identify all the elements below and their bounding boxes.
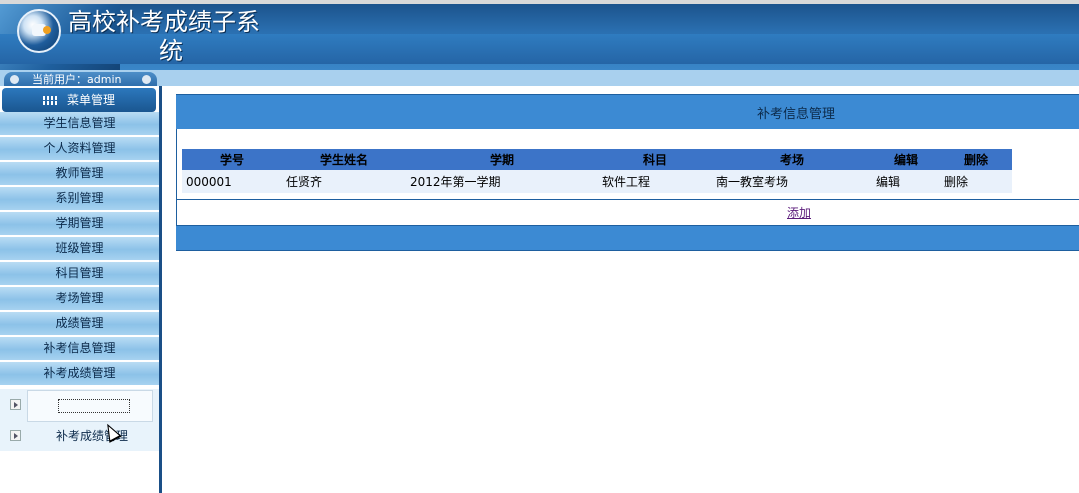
sidebar-item-teachers[interactable]: 教师管理 [0, 162, 159, 185]
focus-outline [58, 399, 130, 413]
content-title-bar: 补考信息管理 [176, 94, 1079, 130]
sidebar-item-makeup-grades[interactable]: 补考成绩管理 [0, 362, 159, 385]
add-link[interactable]: 添加 [787, 204, 811, 221]
add-row: 添加 [176, 199, 1079, 225]
submenu-item-1-box[interactable] [27, 390, 153, 422]
cell-student-name: 任贤齐 [282, 170, 406, 193]
cell-student-id: 000001 [182, 170, 282, 193]
sidebar-item-terms[interactable]: 学期管理 [0, 212, 159, 235]
app-title: 高校补考成绩子系 统 [68, 8, 288, 66]
user-bar [0, 70, 1079, 86]
col-header-exam-room: 考场 [712, 149, 872, 170]
app-title-line1: 高校补考成绩子系 [68, 8, 260, 36]
table-header-row: 学号 学生姓名 学期 科目 考场 编辑 删除 [182, 149, 1012, 170]
cell-term: 2012年第一学期 [406, 170, 598, 193]
app-logo-icon [17, 9, 61, 53]
cell-subject: 软件工程 [598, 170, 712, 193]
expand-arrow-icon[interactable] [10, 430, 21, 441]
table-row: 000001 任贤齐 2012年第一学期 软件工程 南一教室考场 编辑 删除 [182, 170, 1012, 193]
sidebar-item-departments[interactable]: 系别管理 [0, 187, 159, 210]
cell-exam-room: 南一教室考场 [712, 170, 872, 193]
sidebar-item-exam-rooms[interactable]: 考场管理 [0, 287, 159, 310]
logo-dot [43, 26, 51, 34]
col-header-term: 学期 [406, 149, 598, 170]
expand-arrow-icon[interactable] [10, 399, 21, 410]
edit-link[interactable]: 编辑 [872, 170, 940, 193]
col-header-subject: 科目 [598, 149, 712, 170]
sidebar-item-student-info[interactable]: 学生信息管理 [0, 112, 159, 135]
sidebar-divider [159, 86, 162, 493]
makeup-info-table: 学号 学生姓名 学期 科目 考场 编辑 删除 000001 任贤齐 2012年第… [182, 149, 1012, 193]
col-header-delete: 删除 [940, 149, 1012, 170]
col-header-edit: 编辑 [872, 149, 940, 170]
app-header: 高校补考成绩子系 统 [0, 0, 1079, 70]
sidebar-item-classes[interactable]: 班级管理 [0, 237, 159, 260]
sidebar-item-makeup-info[interactable]: 补考信息管理 [0, 337, 159, 360]
window-top-strip [0, 0, 1079, 4]
app-title-line2: 统 [159, 37, 183, 65]
submenu-item-1[interactable] [0, 389, 159, 422]
menu-grid-icon [42, 96, 57, 105]
sidebar-item-grades[interactable]: 成绩管理 [0, 312, 159, 335]
submenu-panel: 补考成绩管理 [0, 389, 159, 451]
sidebar-menu: 学生信息管理 个人资料管理 教师管理 系别管理 学期管理 班级管理 科目管理 考… [0, 112, 159, 387]
submenu-item-2[interactable]: 补考成绩管理 [0, 420, 159, 450]
col-header-student-name: 学生姓名 [282, 149, 406, 170]
right-knob-icon [142, 75, 151, 84]
col-header-student-id: 学号 [182, 149, 282, 170]
delete-link[interactable]: 删除 [940, 170, 1012, 193]
left-knob-icon [10, 75, 19, 84]
content-footer-bar [176, 225, 1079, 251]
page-title: 补考信息管理 [757, 107, 836, 122]
menu-header-label: 菜单管理 [66, 93, 115, 107]
sidebar-item-profile[interactable]: 个人资料管理 [0, 137, 159, 160]
menu-header[interactable]: 菜单管理 [2, 88, 156, 112]
sidebar-item-subjects[interactable]: 科目管理 [0, 262, 159, 285]
